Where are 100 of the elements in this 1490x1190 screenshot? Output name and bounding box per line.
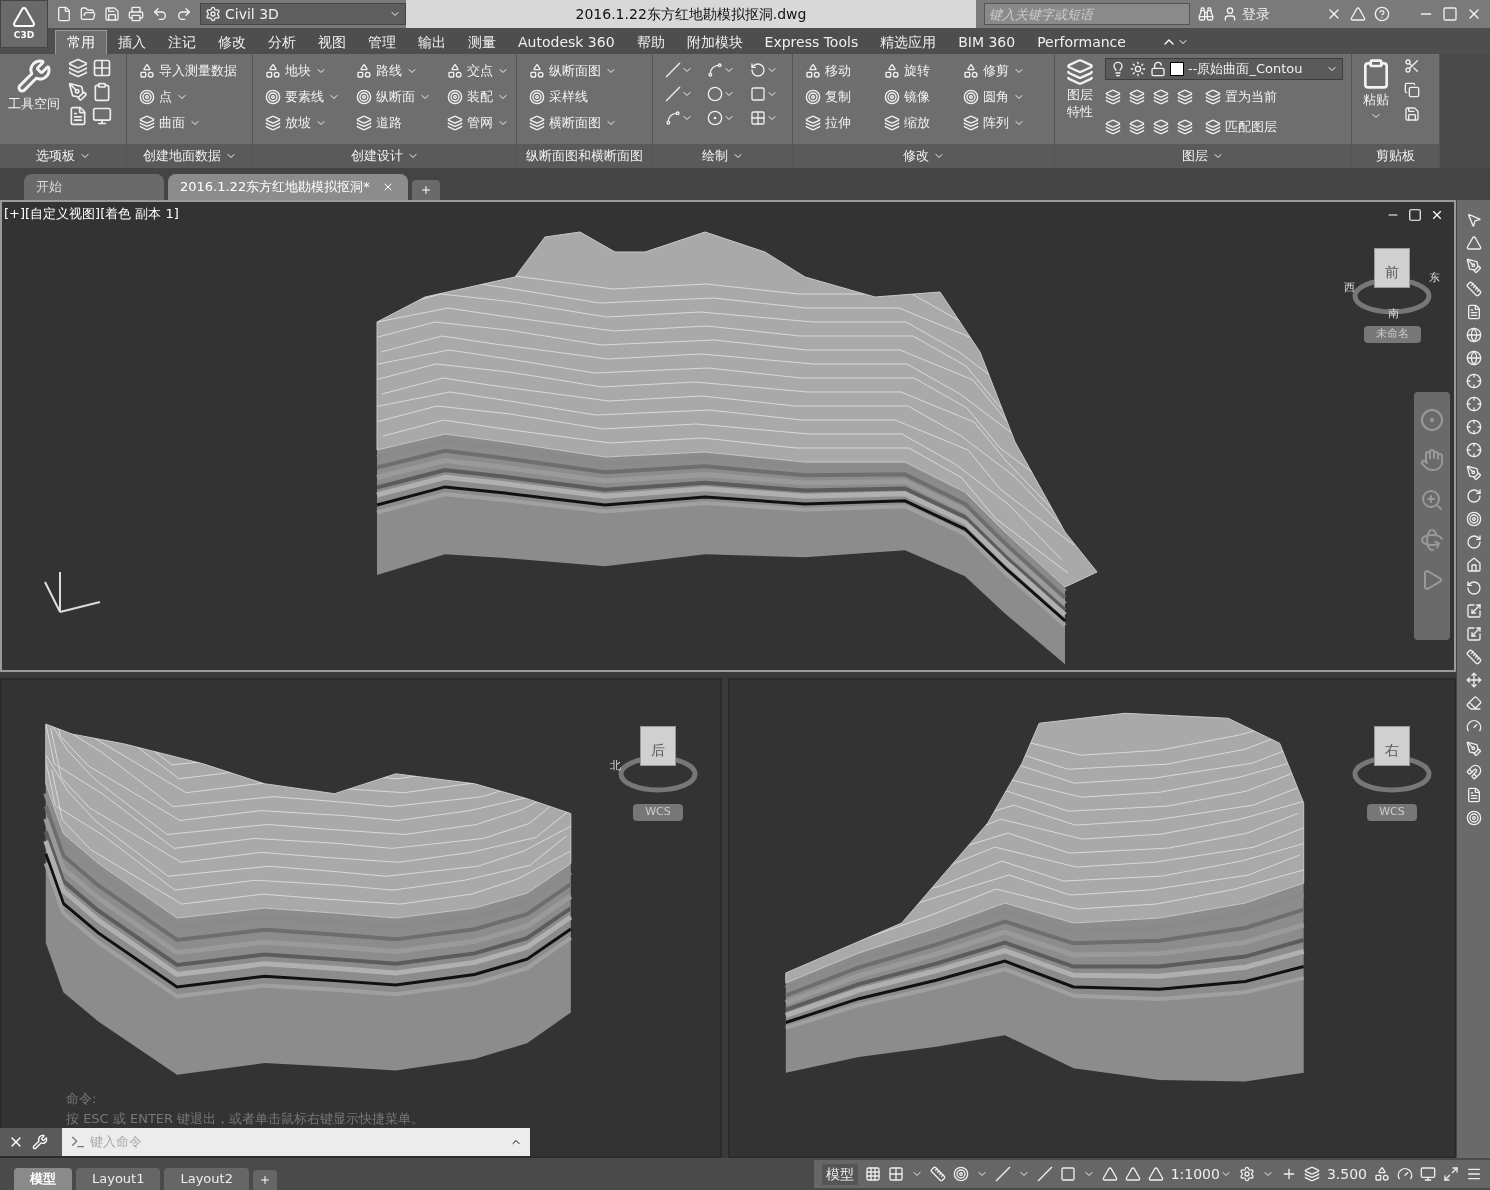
ribbon-tool-button[interactable]: 曲面 <box>135 110 244 136</box>
ribbon-tab[interactable]: 精选应用 <box>869 30 948 54</box>
layer-tool-icon[interactable] <box>1153 119 1169 135</box>
ribbon-tool-button[interactable]: 匹配图层 <box>1201 114 1281 140</box>
cut-icon[interactable] <box>1404 58 1420 74</box>
printer-icon[interactable] <box>128 6 144 22</box>
magnet-icon[interactable] <box>1465 764 1482 780</box>
panel-title-button[interactable]: 纵断面图和横断面图 <box>517 144 652 168</box>
panel-title-button[interactable]: 修改 <box>793 144 1054 168</box>
viewcube-face-button[interactable]: 右 <box>1374 726 1410 766</box>
document-icon[interactable] <box>1465 787 1482 803</box>
ribbon-tool-button[interactable]: 交点 <box>443 58 513 84</box>
ribbon-tool-button[interactable]: 置为当前 <box>1201 84 1281 110</box>
new-file-icon[interactable] <box>56 6 72 22</box>
help-icon[interactable] <box>1374 6 1390 22</box>
move-icon[interactable] <box>1465 672 1482 688</box>
model-space-button[interactable]: 模型 <box>821 1163 858 1185</box>
panel-title-button[interactable]: 创建地面数据 <box>127 144 252 168</box>
document-tab[interactable]: 开始 <box>24 174 164 200</box>
panel-title-button[interactable]: 剪贴板 <box>1352 144 1439 168</box>
square-icon[interactable] <box>1059 1166 1076 1182</box>
gauge-icon[interactable] <box>1465 718 1482 734</box>
pen-icon[interactable] <box>1465 465 1482 481</box>
ribbon-tool-button[interactable]: 管网 <box>443 110 513 136</box>
copy-icon[interactable] <box>1404 82 1420 98</box>
viewcube-face-button[interactable]: 前 <box>1374 248 1410 288</box>
ribbon-tab[interactable]: 修改 <box>207 30 257 54</box>
paste-button[interactable]: 粘贴 <box>1360 58 1392 122</box>
ribbon-tool-button[interactable]: 放坡 <box>261 110 344 136</box>
target-icon[interactable] <box>1465 511 1482 527</box>
layer-tool-icon[interactable] <box>1105 89 1121 105</box>
document-icon[interactable] <box>1465 304 1482 320</box>
ribbon-tab[interactable]: Express Tools <box>753 30 870 54</box>
ribbon-tab[interactable]: 注记 <box>157 30 207 54</box>
ribbon-tool-button[interactable]: 横断面图 <box>525 110 644 136</box>
compass-label[interactable]: 东 <box>1429 270 1440 287</box>
layer-tool-icon[interactable] <box>1105 119 1121 135</box>
scale-dropdown[interactable]: 1:1000 <box>1170 1163 1232 1185</box>
viewcube-face-button[interactable]: 后 <box>640 726 676 766</box>
rotate-icon[interactable] <box>1465 488 1482 504</box>
layer-tool-icon[interactable] <box>1129 89 1145 105</box>
ribbon-tab[interactable]: BIM 360 <box>947 30 1027 54</box>
ribbon-tab[interactable]: 输出 <box>407 30 457 54</box>
home-icon[interactable] <box>1465 557 1482 573</box>
pointer-icon[interactable] <box>1465 212 1482 228</box>
scale-icon[interactable] <box>1465 626 1482 642</box>
layer-dropdown[interactable]: --原始曲面_Contou <box>1105 58 1343 80</box>
layers-icon[interactable] <box>1303 1166 1320 1182</box>
layer-tool-icon[interactable] <box>1153 89 1169 105</box>
ribbon-tab[interactable]: 帮助 <box>625 30 676 54</box>
crosshair-icon[interactable] <box>1465 442 1482 458</box>
ribbon-tool-button[interactable]: 圆角 <box>959 84 1046 110</box>
ribbon-tab[interactable]: 视图 <box>307 30 357 54</box>
pen-icon[interactable] <box>1465 258 1482 274</box>
pen-icon[interactable] <box>1465 741 1482 757</box>
ribbon-tool-button[interactable]: 纵断面 <box>352 84 435 110</box>
fullscreen-icon[interactable] <box>1443 1166 1459 1182</box>
view-name-button[interactable]: 未命名 <box>1363 326 1421 343</box>
ribbon-tab[interactable]: 插入 <box>107 30 157 54</box>
globe-icon[interactable] <box>1465 327 1482 343</box>
undo-icon[interactable] <box>152 6 168 22</box>
layout-tab[interactable]: Layout1 <box>76 1168 161 1190</box>
scale-icon[interactable] <box>1465 603 1482 619</box>
monitor-icon[interactable] <box>1420 1166 1436 1182</box>
folder-icon[interactable] <box>80 6 96 22</box>
sign-in-button[interactable]: 登录 <box>1222 3 1270 25</box>
triangle-icon[interactable] <box>1350 6 1366 22</box>
ribbon-tool-button[interactable]: 阵列 <box>959 110 1046 136</box>
ribbon-tool-button[interactable]: 点 <box>135 84 244 110</box>
application-button[interactable]: C3D <box>0 0 48 48</box>
gauge-icon[interactable] <box>1397 1166 1413 1182</box>
ribbon-tool-button[interactable]: 缩放 <box>880 110 951 136</box>
eraser-icon[interactable] <box>1465 695 1482 711</box>
panel-title-button[interactable]: 图层 <box>1055 144 1351 168</box>
workspace-dropdown[interactable]: Civil 3D <box>200 3 406 25</box>
menu-icon[interactable] <box>1466 1166 1482 1182</box>
panel-title-button[interactable]: 选项板 <box>0 144 126 168</box>
ribbon-tool-button[interactable]: 修剪 <box>959 58 1046 84</box>
rotate-icon[interactable] <box>1465 580 1482 596</box>
save-icon[interactable] <box>104 6 120 22</box>
compass-label[interactable]: 南 <box>1388 306 1399 323</box>
ruler-icon[interactable] <box>1465 281 1482 297</box>
layout-tab[interactable]: 模型 <box>14 1168 72 1190</box>
shapes-icon[interactable] <box>1374 1166 1390 1182</box>
ribbon-tool-button[interactable]: 路线 <box>352 58 435 84</box>
target-icon[interactable] <box>1465 810 1482 826</box>
ribbon-tool-button[interactable]: 镜像 <box>880 84 951 110</box>
viewport[interactable]: [+][自定义视图][着色 副本 1] 前 西 东 南 未命名 <box>0 200 1456 672</box>
layer-tool-icon[interactable] <box>1177 119 1193 135</box>
layout-tab[interactable]: Layout2 <box>164 1168 249 1190</box>
ribbon-tab[interactable]: 附加模块 <box>675 30 754 54</box>
ribbon-tool-button[interactable]: 纵断面图 <box>525 58 644 84</box>
new-tab-button[interactable] <box>412 180 440 200</box>
ribbon-tab[interactable]: Autodesk 360 <box>507 30 626 54</box>
ribbon-tool-button[interactable]: 移动 <box>801 58 872 84</box>
ribbon-tool-button[interactable]: 地块 <box>261 58 344 84</box>
compass-label[interactable]: 西 <box>1344 280 1355 297</box>
ribbon-tool-button[interactable]: 道路 <box>352 110 435 136</box>
ribbon-tab[interactable]: Performance <box>1026 30 1137 54</box>
search-field[interactable]: 键入关键字或短语 <box>984 3 1190 25</box>
